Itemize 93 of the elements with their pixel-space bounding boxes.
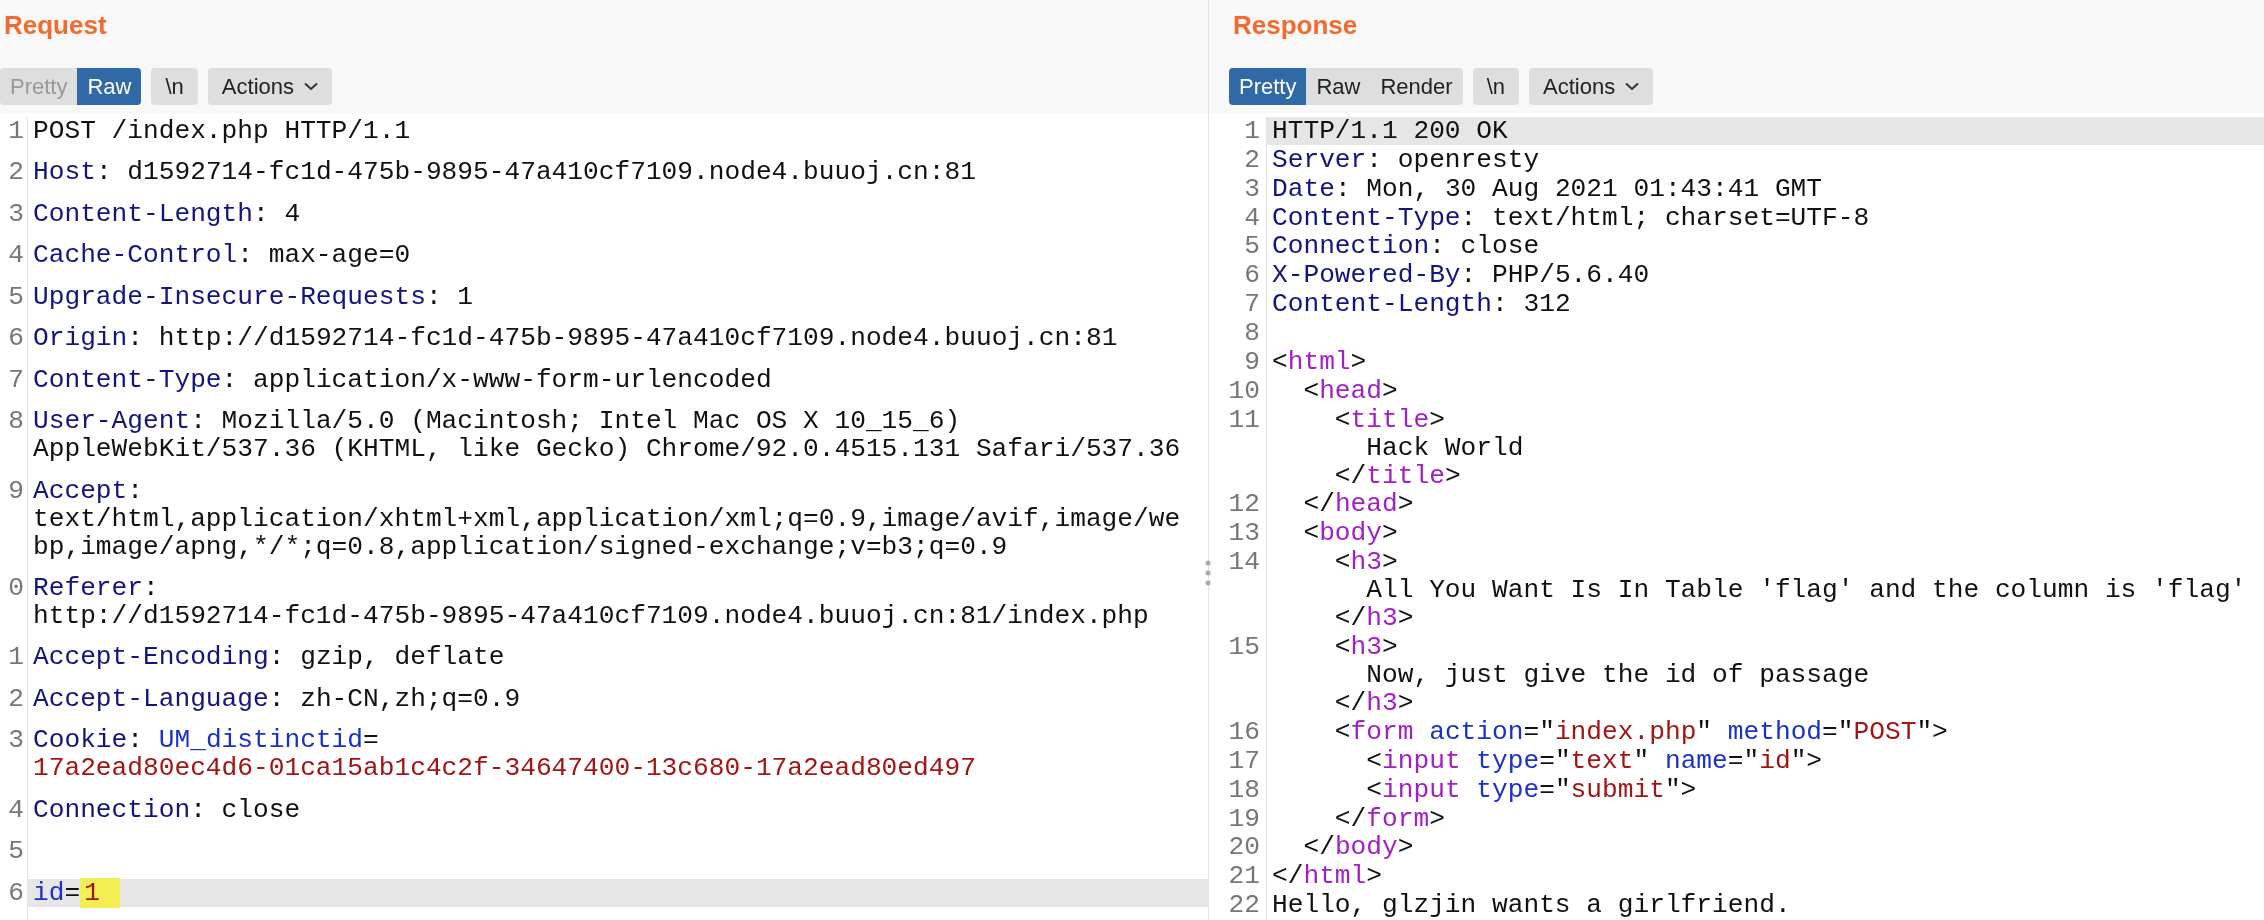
code-line: </html> — [1271, 862, 1384, 891]
view-tab[interactable]: Raw — [1306, 68, 1371, 105]
line-number: 2 — [0, 158, 28, 200]
code-line: Content-Type: text/html; charset=UTF-8 — [1271, 203, 1871, 232]
code-line: <body> — [1302, 519, 1399, 548]
chevron-down-icon — [304, 82, 318, 91]
code-line: Content-Length: 4 — [32, 199, 302, 228]
drag-handle-icon[interactable] — [1205, 560, 1211, 586]
line-number: 1 — [0, 117, 28, 159]
code-line: Cache-Control: max-age=0 — [32, 241, 412, 270]
code-line: Hack World — [1365, 433, 1525, 462]
code-line: Referer: — [32, 573, 160, 602]
line-number: 4 — [0, 241, 28, 283]
panel-title: Response — [1232, 9, 1359, 42]
actions-button[interactable]: Actions — [1529, 68, 1654, 105]
code-line: Cookie: UM_distinctid= — [32, 726, 380, 755]
code-line: Accept-Language: zh-CN,zh;q=0.9 — [32, 684, 522, 713]
newline-button[interactable]: \n — [151, 68, 198, 105]
line-number: 18 — [1209, 775, 1267, 805]
line-number: 22 — [1209, 891, 1267, 920]
line-number: 20 — [1209, 833, 1267, 863]
code-line: <input type="submit"> — [1365, 775, 1698, 804]
code-line: Hello, glzjin wants a girlfriend. — [1271, 891, 1792, 920]
line-number: 11 — [1209, 405, 1267, 491]
line-number: 0 — [0, 573, 28, 644]
line-number: 4 — [0, 795, 28, 838]
chevron-down-icon — [1625, 82, 1640, 91]
code-line: Content-Length: 312 — [1271, 290, 1572, 319]
line-number: 17 — [1209, 746, 1267, 776]
line-number: 15 — [1209, 633, 1267, 718]
code-line: text/html,application/xhtml+xml,application/xml;q=0.9,image/avif,image/we — [32, 504, 1182, 533]
line-number: 5 — [1209, 232, 1267, 262]
code-line: <head> — [1302, 376, 1399, 405]
line-number: 10 — [1209, 376, 1267, 406]
code-line: </h3> — [1333, 604, 1415, 633]
code-line: <title> — [1333, 405, 1446, 434]
line-number: 9 — [0, 476, 28, 574]
line-number: 2 — [1209, 145, 1267, 175]
view-tab[interactable]: Pretty — [1229, 68, 1307, 105]
line-number: 6 — [0, 324, 28, 366]
code-line: Accept-Encoding: gzip, deflate — [32, 643, 506, 672]
line-number: 1 — [0, 643, 28, 685]
code-line: Content-Type: application/x-www-form-urlencoded — [32, 365, 773, 394]
line-number: 3 — [0, 726, 28, 796]
code-line: Now, just give the id of passage — [1365, 661, 1871, 690]
code-line: User-Agent: Mozilla/5.0 (Macintosh; Intel Mac OS X 10_15_6) — [32, 407, 962, 436]
code-line: Connection: close — [32, 795, 302, 824]
line-number: 3 — [0, 199, 28, 242]
line-number: 8 — [1209, 319, 1267, 348]
code-line: <h3> — [1333, 633, 1399, 662]
code-line: <html> — [1271, 347, 1368, 376]
line-number: 6 — [1209, 261, 1267, 291]
code-line: Accept: — [32, 476, 144, 505]
line-number: 8 — [0, 407, 28, 477]
line-number: 3 — [1209, 174, 1267, 204]
code-line: Connection: close — [1271, 232, 1541, 261]
code-line: <input type="text" name="id"> — [1365, 746, 1824, 775]
line-number: 21 — [1209, 862, 1267, 892]
line-number: 2 — [0, 684, 28, 727]
line-number: 16 — [1209, 717, 1267, 747]
code-line: X-Powered-By: PHP/5.6.40 — [1271, 261, 1651, 290]
code-line: <form action="index.php" method="POST"> — [1333, 717, 1949, 746]
code-line: Date: Mon, 30 Aug 2021 01:43:41 GMT — [1271, 174, 1824, 203]
code-line: <h3> — [1333, 548, 1399, 577]
code-line: </form> — [1333, 804, 1446, 833]
panel-title: Request — [3, 9, 108, 42]
line-number: 9 — [1209, 347, 1267, 377]
actions-button[interactable]: Actions — [207, 68, 332, 105]
line-number: 13 — [1209, 519, 1267, 549]
code-line: POST /index.php HTTP/1.1 — [32, 117, 412, 145]
code-line: Upgrade-Insecure-Requests: 1 — [32, 282, 475, 311]
code-line: bp,image/apng,*/*;q=0.8,application/signed-exchange;v=b3;q=0.9 — [32, 532, 1009, 561]
code-line: Origin: http://d1592714-fc1d-475b-9895-47a410cf7109.node4.buuoj.cn:81 — [32, 324, 1119, 353]
view-tab[interactable]: Raw — [77, 68, 142, 105]
code-line: </head> — [1302, 490, 1415, 519]
code-line: http://d1592714-fc1d-475b-9895-47a410cf7109.node4.buuoj.cn:81/index.php — [32, 601, 1150, 630]
code-line: </title> — [1333, 461, 1462, 490]
code-line: </body> — [1302, 833, 1415, 862]
code-line: Server: openresty — [1271, 145, 1541, 174]
line-number: 7 — [0, 365, 28, 408]
line-number: 4 — [1209, 203, 1267, 233]
code-line: 17a2ead80ec4d6-01ca15ab1c4c2f-34647400-13c680-17a2ead80ed497 — [32, 754, 977, 783]
line-number: 7 — [1209, 290, 1267, 319]
line-number: 5 — [0, 837, 28, 879]
code-line: AppleWebKit/537.36 (KHTML, like Gecko) Chrome/92.0.4515.131 Safari/537.36 — [32, 435, 1182, 464]
code-line: Host: d1592714-fc1d-475b-9895-47a410cf7109.node4.buuoj.cn:81 — [32, 158, 977, 187]
line-number: 12 — [1209, 490, 1267, 520]
line-number: 19 — [1209, 804, 1267, 834]
code-line: </h3> — [1333, 689, 1415, 718]
newline-button[interactable]: \n — [1472, 68, 1519, 105]
line-number: 5 — [0, 282, 28, 325]
code-line: All You Want Is In Table 'flag' and the column is 'flag' — [1365, 576, 2248, 605]
view-tab[interactable]: Render — [1370, 68, 1463, 105]
